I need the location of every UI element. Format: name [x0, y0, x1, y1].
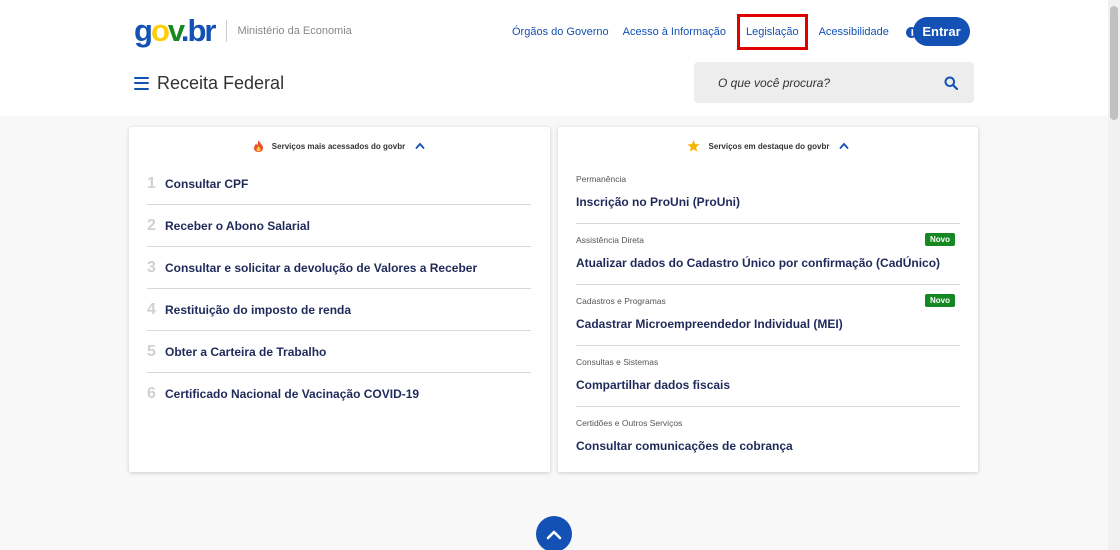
most-accessed-card: Serviços mais acessados do govbr 1 Consul…: [129, 127, 550, 472]
service-link[interactable]: Consultar e solicitar a devolução de Val…: [165, 261, 477, 275]
service-link[interactable]: Consultar comunicações de cobrança: [576, 439, 793, 453]
service-link[interactable]: Restituição do imposto de renda: [165, 303, 351, 317]
featured-list: Permanência Inscrição no ProUni (ProUni)…: [576, 163, 960, 468]
list-item[interactable]: 5 Obter a Carteira de Trabalho: [147, 331, 531, 373]
rank-number: 4: [147, 300, 156, 318]
nav-link-legislacao[interactable]: Legislação: [736, 14, 808, 50]
ministry-name: Ministério da Economia: [237, 25, 352, 37]
site-header: gov.br Ministério da Economia Órgãos do …: [0, 0, 1108, 116]
most-accessed-header[interactable]: Serviços mais acessados do govbr: [129, 133, 550, 159]
rank-number: 3: [147, 258, 156, 276]
service-category: Permanência: [576, 174, 627, 184]
service-link[interactable]: Certificado Nacional de Vacinação COVID-…: [165, 387, 419, 401]
nav-link-acesso-informacao[interactable]: Acesso à Informação: [623, 18, 726, 46]
service-link[interactable]: Cadastrar Microempreendedor Individual (…: [576, 317, 843, 331]
nav-link-acessibilidade[interactable]: Acessibilidade: [819, 18, 889, 46]
service-category: Cadastros e Programas: [576, 296, 666, 306]
star-icon: [687, 140, 700, 152]
list-item[interactable]: Consultas e Sistemas Compartilhar dados …: [576, 346, 960, 407]
service-link[interactable]: Consultar CPF: [165, 177, 248, 191]
list-item[interactable]: Assistência Direta Novo Atualizar dados …: [576, 224, 960, 285]
service-link[interactable]: Receber o Abono Salarial: [165, 219, 310, 233]
search-input[interactable]: [694, 62, 934, 103]
search-icon[interactable]: [944, 76, 958, 90]
back-to-top-button[interactable]: [536, 516, 572, 550]
top-nav: Órgãos do Governo Acesso à Informação Le…: [505, 14, 931, 50]
rank-number: 6: [147, 385, 156, 402]
service-link[interactable]: Obter a Carteira de Trabalho: [165, 345, 326, 359]
service-link[interactable]: Inscrição no ProUni (ProUni): [576, 195, 740, 209]
featured-header[interactable]: Serviços em destaque do govbr: [558, 133, 978, 159]
chevron-up-icon: [546, 530, 562, 539]
hamburger-menu-icon[interactable]: [134, 76, 149, 90]
service-link[interactable]: Compartilhar dados fiscais: [576, 378, 730, 392]
site-title: Receita Federal: [157, 72, 285, 93]
govbr-logo[interactable]: gov.br Ministério da Economia: [134, 14, 352, 48]
most-accessed-list: 1 Consultar CPF 2 Receber o Abono Salarial…: [147, 163, 531, 415]
service-category: Consultas e Sistemas: [576, 357, 659, 367]
list-item[interactable]: 6 Certificado Nacional de Vacinação COVID…: [147, 373, 531, 415]
rank-number: 1: [147, 174, 156, 192]
new-badge: Novo: [925, 294, 955, 307]
list-item[interactable]: 1 Consultar CPF: [147, 163, 531, 205]
list-item[interactable]: 4 Restituição do imposto de renda: [147, 289, 531, 331]
logo-divider: [226, 20, 228, 42]
scrollbar-thumb[interactable]: [1110, 6, 1118, 120]
nav-link-orgaos[interactable]: Órgãos do Governo: [512, 18, 609, 46]
service-category: Assistência Direta: [576, 235, 645, 245]
service-link[interactable]: Atualizar dados do Cadastro Único por co…: [576, 256, 940, 270]
service-category: Certidões e Outros Serviços: [576, 418, 683, 428]
rank-number: 2: [147, 216, 156, 234]
list-item[interactable]: Permanência Inscrição no ProUni (ProUni): [576, 163, 960, 224]
chevron-up-icon[interactable]: [839, 142, 850, 150]
logo-wordmark: gov.br: [134, 13, 216, 48]
most-accessed-title: Serviços mais acessados do govbr: [271, 141, 406, 151]
list-item[interactable]: 2 Receber o Abono Salarial: [147, 205, 531, 247]
chevron-up-icon[interactable]: [415, 142, 425, 150]
login-button[interactable]: Entrar: [913, 17, 970, 46]
search-box: [694, 62, 974, 103]
list-item[interactable]: Cadastros e Programas Novo Cadastrar Mic…: [576, 285, 960, 346]
site-menu-row: Receita Federal: [134, 70, 284, 96]
page-scrollbar[interactable]: [1108, 0, 1120, 550]
list-item[interactable]: Certidões e Outros Serviços Consultar co…: [576, 407, 960, 468]
list-item[interactable]: 3 Consultar e solicitar a devolução de Va…: [147, 247, 531, 289]
flame-icon: [253, 140, 263, 152]
featured-title: Serviços em destaque do govbr: [708, 141, 830, 151]
new-badge: Novo: [925, 233, 955, 246]
rank-number: 5: [147, 342, 156, 360]
featured-services-card: Serviços em destaque do govbr Permanênci…: [558, 127, 978, 472]
